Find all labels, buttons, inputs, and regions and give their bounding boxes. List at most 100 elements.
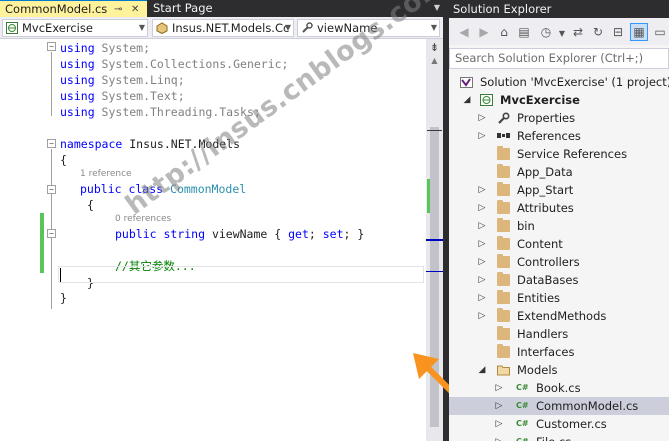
type-dropdown[interactable]: Insus.NET.Models.Cc ▼ <box>152 19 294 37</box>
folder-icon <box>497 164 510 178</box>
codelens-class-references[interactable]: 1 reference <box>80 169 132 180</box>
tree-item-references[interactable]: ▷ References <box>449 127 669 145</box>
forward-icon[interactable]: ▶ <box>475 23 493 41</box>
csharp-file-icon: C# <box>516 383 529 392</box>
folder-icon <box>497 200 510 214</box>
tree-item-app-start[interactable]: ▷ App_Start <box>449 181 669 199</box>
codelens-property-references[interactable]: 0 references <box>115 214 171 225</box>
collapsed-arrow-icon[interactable]: ▷ <box>477 289 487 307</box>
code-line-property: public string viewName { get; set; } <box>115 227 365 241</box>
collapsed-arrow-icon[interactable]: ▷ <box>494 397 504 415</box>
scroll-up-arrow-icon[interactable]: ▲ <box>429 57 440 65</box>
collapse-property-icon[interactable]: − <box>47 229 56 238</box>
solution-explorer-pane: Solution Explorer ◀ ▶ ⌂ ▤ ◷ ▼ ⇄ ↻ ⊟ ▦ ▭ … <box>449 0 669 441</box>
tab-commonmodel-cs[interactable]: CommonModel.cs ⊸ ✕ <box>0 0 147 17</box>
split-window-icon[interactable]: ⇟ <box>429 42 440 53</box>
tab-start-page[interactable]: Start Page <box>150 0 260 17</box>
collapse-usings-icon[interactable]: − <box>47 42 56 51</box>
collapsed-arrow-icon[interactable]: ▷ <box>477 253 487 271</box>
collapsed-arrow-icon[interactable]: ▷ <box>477 235 487 253</box>
folder-icon <box>497 218 510 232</box>
folder-icon <box>497 344 510 358</box>
tree-item-book-cs[interactable]: ▷ C# Book.cs <box>449 379 669 397</box>
code-line-1: using System; <box>60 41 151 55</box>
collapse-namespace-icon[interactable]: − <box>47 139 56 148</box>
code-line-5: using System.Threading.Tasks; <box>60 105 261 119</box>
expanded-arrow-icon[interactable]: ◢ <box>477 361 487 379</box>
tab-list-dropdown-icon[interactable]: ▼ <box>432 3 442 13</box>
collapsed-arrow-icon[interactable]: ▷ <box>477 109 487 127</box>
code-line-3: using System.Linq; <box>60 73 185 87</box>
code-line-brace-close: } <box>60 291 67 305</box>
collapsed-arrow-icon[interactable]: ▷ <box>477 271 487 289</box>
chevron-down-icon: ▼ <box>138 23 145 32</box>
tree-item-attributes[interactable]: ▷ Attributes <box>449 199 669 217</box>
folder-icon <box>497 290 510 304</box>
tree-item-bin[interactable]: ▷ bin <box>449 217 669 235</box>
scroll-marker <box>427 130 442 131</box>
collapsed-arrow-icon[interactable]: ▷ <box>477 127 487 145</box>
tree-item-handlers[interactable]: Handlers <box>449 325 669 343</box>
member-name: viewName <box>317 21 378 35</box>
properties-icon[interactable]: ▭ <box>651 23 669 41</box>
expanded-arrow-icon[interactable]: ◢ <box>462 91 472 109</box>
tree-item-models[interactable]: ◢ Models <box>449 361 669 379</box>
tree-item-file-cs[interactable]: ▷ C# File.cs <box>449 433 669 441</box>
solution-tree: Solution 'MvcExercise' (1 project) ◢ Mvc… <box>449 73 669 441</box>
collapsed-arrow-icon[interactable]: ▷ <box>477 181 487 199</box>
tree-item-commonmodel-cs[interactable]: ▷ C# CommonModel.cs <box>449 397 669 415</box>
solutions-and-folders-icon[interactable]: ▤ <box>515 23 533 41</box>
tree-item-app-data[interactable]: App_Data <box>449 163 669 181</box>
tree-item-solution[interactable]: Solution 'MvcExercise' (1 project) <box>449 73 669 91</box>
code-line-namespace: namespace Insus.NET.Models <box>60 137 241 151</box>
close-icon[interactable]: ✕ <box>131 1 139 18</box>
navigation-bar: MvcExercise ▼ Insus.NET.Models.Cc ▼ view… <box>0 17 448 39</box>
collapse-class-icon[interactable]: − <box>47 185 56 194</box>
solution-explorer-search-input[interactable]: Search Solution Explorer (Ctrl+;) <box>449 48 669 69</box>
tree-item-controllers[interactable]: ▷ Controllers <box>449 253 669 271</box>
project-dropdown[interactable]: MvcExercise ▼ <box>2 19 148 37</box>
collapsed-arrow-icon[interactable]: ▷ <box>494 379 504 397</box>
tree-item-extendmethods[interactable]: ▷ ExtendMethods <box>449 307 669 325</box>
collapsed-arrow-icon[interactable]: ▷ <box>494 433 504 441</box>
tree-item-customer-cs[interactable]: ▷ C# Customer.cs <box>449 415 669 433</box>
scrollbar-thumb[interactable] <box>430 127 439 427</box>
tree-item-interfaces[interactable]: Interfaces <box>449 343 669 361</box>
collapsed-arrow-icon[interactable]: ▷ <box>477 199 487 217</box>
code-text-area[interactable]: − − − − using System; using System.Colle… <box>0 39 426 441</box>
folder-icon <box>497 308 510 322</box>
home-icon[interactable]: ⌂ <box>495 23 513 41</box>
class-icon <box>156 22 168 34</box>
refresh-icon[interactable]: ↻ <box>589 23 607 41</box>
tree-item-databases[interactable]: ▷ DataBases <box>449 271 669 289</box>
show-all-files-icon[interactable]: ▦ <box>630 23 648 41</box>
text-caret <box>60 268 61 282</box>
collapsed-arrow-icon[interactable]: ▷ <box>494 415 504 433</box>
collapsed-arrow-icon[interactable]: ▷ <box>477 217 487 235</box>
collapsed-arrow-icon[interactable]: ▷ <box>477 307 487 325</box>
tree-item-project[interactable]: ◢ MvcExercise <box>449 91 669 109</box>
back-icon[interactable]: ◀ <box>455 23 473 41</box>
collapse-all-icon[interactable]: ⊟ <box>609 23 627 41</box>
project-name: MvcExercise <box>22 21 93 35</box>
web-project-icon <box>480 94 493 106</box>
search-placeholder: Search Solution Explorer (Ctrl+;) <box>455 51 644 65</box>
sync-with-active-document-icon[interactable]: ⇄ <box>569 23 587 41</box>
tree-item-content[interactable]: ▷ Content <box>449 235 669 253</box>
solution-explorer-title: Solution Explorer <box>449 0 669 18</box>
member-dropdown[interactable]: viewName ▼ <box>297 19 440 37</box>
current-line-highlight <box>58 266 424 283</box>
vertical-scrollbar[interactable]: ⇟ ▲ <box>426 39 443 441</box>
folder-icon <box>497 326 510 340</box>
pin-icon[interactable]: ⊸ <box>114 1 122 18</box>
csharp-file-icon: C# <box>516 436 529 441</box>
solution-icon <box>460 77 473 88</box>
tree-item-properties[interactable]: ▷ Properties <box>449 109 669 127</box>
chevron-down-icon: ▼ <box>284 23 291 32</box>
tree-item-service-references[interactable]: Service References <box>449 145 669 163</box>
csharp-file-icon: C# <box>516 419 529 428</box>
type-name: Insus.NET.Models.Cc <box>172 21 290 35</box>
folder-icon <box>497 254 510 268</box>
tree-item-entities[interactable]: ▷ Entities <box>449 289 669 307</box>
web-project-icon <box>6 22 18 34</box>
